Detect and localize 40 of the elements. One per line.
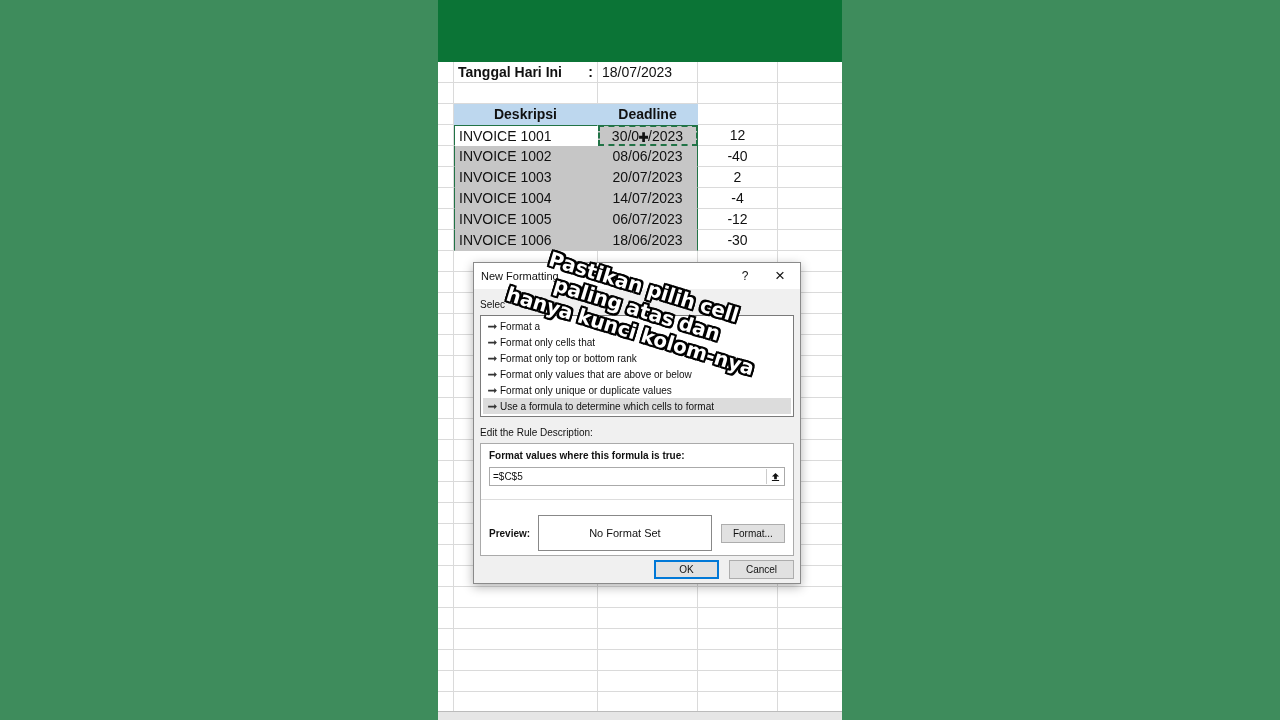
table-cell-text: -40 xyxy=(726,147,749,166)
table-cell-text: -12 xyxy=(726,210,749,229)
rule-type-item[interactable]: Format only unique or duplicate values xyxy=(483,382,672,398)
table-cell: INVOICE 1004 xyxy=(454,188,598,209)
rule-type-item[interactable]: Format a xyxy=(483,318,540,334)
cancel-button[interactable]: Cancel xyxy=(729,560,794,579)
table-cell: 14/07/2023 xyxy=(598,188,698,209)
format-button[interactable]: Format... xyxy=(720,523,785,543)
preview-box: No Format Set xyxy=(538,515,712,551)
upload-arrow-icon xyxy=(771,472,780,481)
table-cell: INVOICE 1003 xyxy=(454,167,598,188)
table-cell: INVOICE 1001 xyxy=(454,125,598,146)
table-cell: INVOICE 1005 xyxy=(454,209,598,230)
table-cell-text: Tanggal Hari Ini xyxy=(458,63,562,82)
help-button[interactable]: ? xyxy=(730,269,760,283)
ok-button[interactable]: OK xyxy=(654,560,719,579)
table-cell-text: 12 xyxy=(728,126,747,145)
section-label: Selec xyxy=(480,299,505,310)
formula-label: Format values where this formula is true: xyxy=(489,450,686,461)
section-label: Edit the Rule Description: xyxy=(480,427,593,440)
table-cell-text: : xyxy=(588,63,593,82)
rule-type-item[interactable]: Format only top or bottom rank xyxy=(483,350,637,366)
table-cell-text: -30 xyxy=(726,231,749,250)
table-cell: INVOICE 1006 xyxy=(454,230,598,251)
table-cell: 20/07/2023 xyxy=(598,167,698,188)
cursor-icon xyxy=(639,132,649,143)
preview-label: Preview: xyxy=(489,527,529,539)
table-cell-text: -4 xyxy=(730,189,745,208)
table-cell: 06/07/2023 xyxy=(598,209,698,230)
table-cell: 18/06/2023 xyxy=(598,230,698,251)
column-header: Deskripsi xyxy=(454,104,598,125)
formula-field[interactable]: =$C$5 xyxy=(489,467,785,486)
table-cell: INVOICE 1002 xyxy=(454,146,598,167)
table-cell: 08/06/2023 xyxy=(598,146,698,167)
table-cell-text: 2 xyxy=(732,168,743,187)
close-button[interactable]: × xyxy=(760,266,800,286)
rule-type-item[interactable]: Use a formula to determine which cells to format xyxy=(483,398,791,414)
column-header: Deadline xyxy=(598,104,698,125)
table-cell-text: 18/07/2023 xyxy=(601,63,674,82)
table-cell: 30/0 /2023 xyxy=(598,125,698,146)
